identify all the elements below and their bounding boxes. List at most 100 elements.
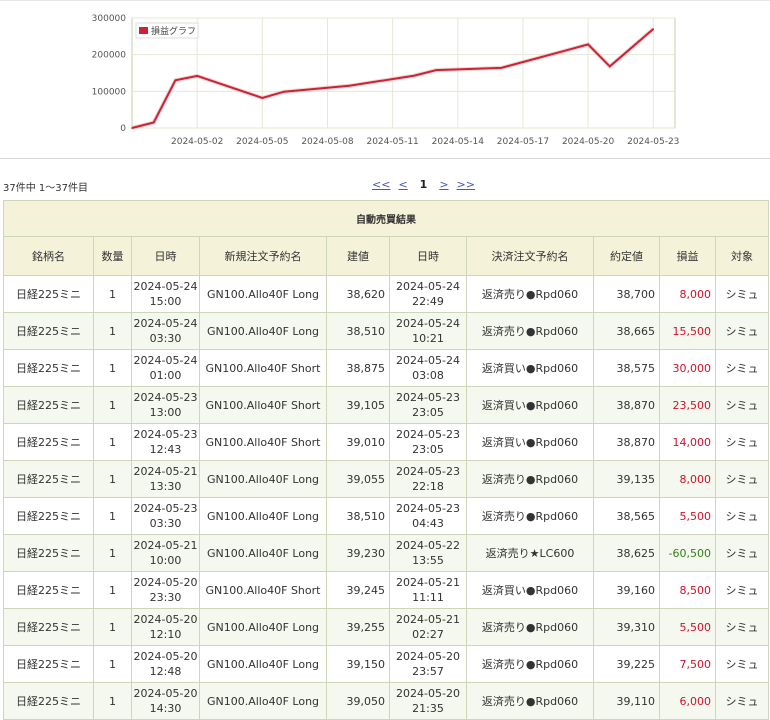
cell-date2: 2024-05-21 02:27 bbox=[389, 608, 467, 646]
cell-qty: 1 bbox=[93, 349, 132, 387]
cell-date1: 2024-05-24 15:00 bbox=[131, 275, 200, 313]
cell-target: シミュ bbox=[714, 423, 770, 461]
cell-exec: 38,700 bbox=[593, 275, 660, 313]
table-row: 日経225ミニ 1 2024-05-24 15:00 GN100.Allo40F Lon… bbox=[3, 275, 770, 313]
cell-date2: 2024-05-21 11:11 bbox=[389, 571, 467, 609]
cell-target: シミュ bbox=[714, 275, 770, 313]
x-tick-label: 2024-05-20 bbox=[562, 137, 615, 147]
first-page-link[interactable]: << bbox=[372, 178, 390, 191]
cell-date2: 2024-05-24 03:08 bbox=[389, 349, 467, 387]
cell-target: シミュ bbox=[714, 312, 770, 350]
cell-time1: 15:00 bbox=[149, 295, 182, 308]
y-tick-label: 200000 bbox=[92, 51, 127, 61]
data-point bbox=[131, 127, 133, 129]
table-row: 日経225ミニ 1 2024-05-20 14:30 GN100.Allo40F Lon… bbox=[3, 682, 770, 720]
cell-price: 39,105 bbox=[326, 386, 390, 424]
cell-date2: 2024-05-24 10:21 bbox=[389, 312, 467, 350]
data-point bbox=[435, 69, 437, 71]
cell-order: GN100.Allo40F Long bbox=[199, 534, 327, 572]
table-row: 日経225ミニ 1 2024-05-23 03:30 GN100.Allo40F Lon… bbox=[3, 497, 770, 535]
cell-name: 日経225ミニ bbox=[3, 386, 94, 424]
cell-date1: 2024-05-20 14:30 bbox=[131, 682, 200, 720]
data-point bbox=[348, 85, 351, 87]
pagination: << < 1 > >> bbox=[372, 178, 475, 191]
cell-settle: 返済売り●Rpd060 bbox=[466, 682, 594, 720]
x-tick-label: 2024-05-23 bbox=[627, 137, 679, 147]
data-point bbox=[565, 49, 568, 52]
cell-price: 39,255 bbox=[326, 608, 390, 646]
cell-exec: 38,575 bbox=[593, 349, 660, 387]
cell-time1: 13:00 bbox=[149, 406, 182, 419]
cell-order: GN100.Allo40F Short bbox=[199, 386, 327, 424]
cell-qty: 1 bbox=[93, 497, 132, 535]
cell-time2: 13:55 bbox=[412, 554, 444, 567]
next-page-link[interactable]: > bbox=[439, 178, 448, 191]
cell-date2: 2024-05-23 23:05 bbox=[389, 423, 467, 461]
cell-time2: 23:57 bbox=[412, 665, 444, 678]
table-row: 日経225ミニ 1 2024-05-20 12:10 GN100.Allo40F Lon… bbox=[3, 608, 770, 646]
cell-exec: 38,870 bbox=[593, 386, 660, 424]
cell-price: 39,230 bbox=[326, 534, 390, 572]
cell-name: 日経225ミニ bbox=[3, 682, 94, 720]
cell-pl: 8,500 bbox=[659, 571, 716, 609]
cell-time1: 10:00 bbox=[149, 554, 182, 567]
prev-page-link[interactable]: < bbox=[398, 178, 407, 191]
table-row: 日経225ミニ 1 2024-05-20 23:30 GN100.Allo40F Sho… bbox=[3, 571, 770, 609]
cell-exec: 39,310 bbox=[593, 608, 660, 646]
cell-time2: 04:43 bbox=[412, 517, 444, 530]
column-header: 日時 bbox=[131, 236, 200, 276]
cell-time1: 12:10 bbox=[149, 628, 182, 641]
cell-order: GN100.Allo40F Long bbox=[199, 312, 327, 350]
cell-settle: 返済売り●Rpd060 bbox=[466, 460, 594, 498]
cell-order: GN100.Allo40F Short bbox=[199, 349, 327, 387]
cell-order: GN100.Allo40F Long bbox=[199, 497, 327, 535]
cell-exec: 38,565 bbox=[593, 497, 660, 535]
cell-name: 日経225ミニ bbox=[3, 312, 94, 350]
data-point bbox=[413, 74, 416, 77]
cell-price: 39,055 bbox=[326, 460, 390, 498]
cell-settle: 返済売り●Rpd060 bbox=[466, 645, 594, 683]
y-tick-label: 300000 bbox=[92, 14, 127, 24]
cell-target: シミュ bbox=[714, 571, 770, 609]
cell-exec: 39,110 bbox=[593, 682, 660, 720]
cell-qty: 1 bbox=[93, 645, 132, 683]
column-header: 建値 bbox=[326, 236, 390, 276]
cell-date1: 2024-05-23 13:00 bbox=[131, 386, 200, 424]
cell-pl: 6,000 bbox=[659, 682, 716, 720]
cell-date2: 2024-05-20 23:57 bbox=[389, 645, 467, 683]
cell-exec: 38,870 bbox=[593, 423, 660, 461]
cell-exec: 38,665 bbox=[593, 312, 660, 350]
cell-time1: 03:30 bbox=[149, 517, 182, 530]
cell-target: シミュ bbox=[714, 608, 770, 646]
table-row: 日経225ミニ 1 2024-05-21 10:00 GN100.Allo40F Lon… bbox=[3, 534, 770, 572]
cell-qty: 1 bbox=[93, 275, 132, 313]
cell-date2: 2024-05-22 13:55 bbox=[389, 534, 467, 572]
cell-date2: 2024-05-23 22:18 bbox=[389, 460, 467, 498]
cell-time1: 14:30 bbox=[149, 702, 182, 715]
cell-qty: 1 bbox=[93, 312, 132, 350]
x-tick-label: 2024-05-17 bbox=[497, 137, 549, 147]
last-page-link[interactable]: >> bbox=[457, 178, 475, 191]
cell-time1: 12:48 bbox=[149, 665, 182, 678]
column-header: 損益 bbox=[659, 236, 716, 276]
data-point bbox=[500, 67, 503, 69]
cell-date1: 2024-05-20 23:30 bbox=[131, 571, 200, 609]
cell-name: 日経225ミニ bbox=[3, 349, 94, 387]
cell-time2: 02:27 bbox=[412, 628, 444, 641]
cell-pl: 5,500 bbox=[659, 497, 716, 535]
column-header: 数量 bbox=[93, 236, 132, 276]
table-row: 日経225ミニ 1 2024-05-24 01:00 GN100.Allo40F Sho… bbox=[3, 349, 770, 387]
current-page: 1 bbox=[419, 178, 428, 191]
x-tick-label: 2024-05-11 bbox=[366, 137, 418, 147]
cell-qty: 1 bbox=[93, 571, 132, 609]
cell-pl: 23,500 bbox=[659, 386, 716, 424]
cell-date1: 2024-05-23 03:30 bbox=[131, 497, 200, 535]
cell-name: 日経225ミニ bbox=[3, 275, 94, 313]
cell-pl: 8,000 bbox=[659, 275, 716, 313]
cell-target: シミュ bbox=[714, 386, 770, 424]
plot-area bbox=[131, 17, 676, 129]
table-row: 日経225ミニ 1 2024-05-23 13:00 GN100.Allo40F Sho… bbox=[3, 386, 770, 424]
column-header: 日時 bbox=[389, 236, 467, 276]
cell-qty: 1 bbox=[93, 423, 132, 461]
cell-time2: 22:18 bbox=[412, 480, 444, 493]
